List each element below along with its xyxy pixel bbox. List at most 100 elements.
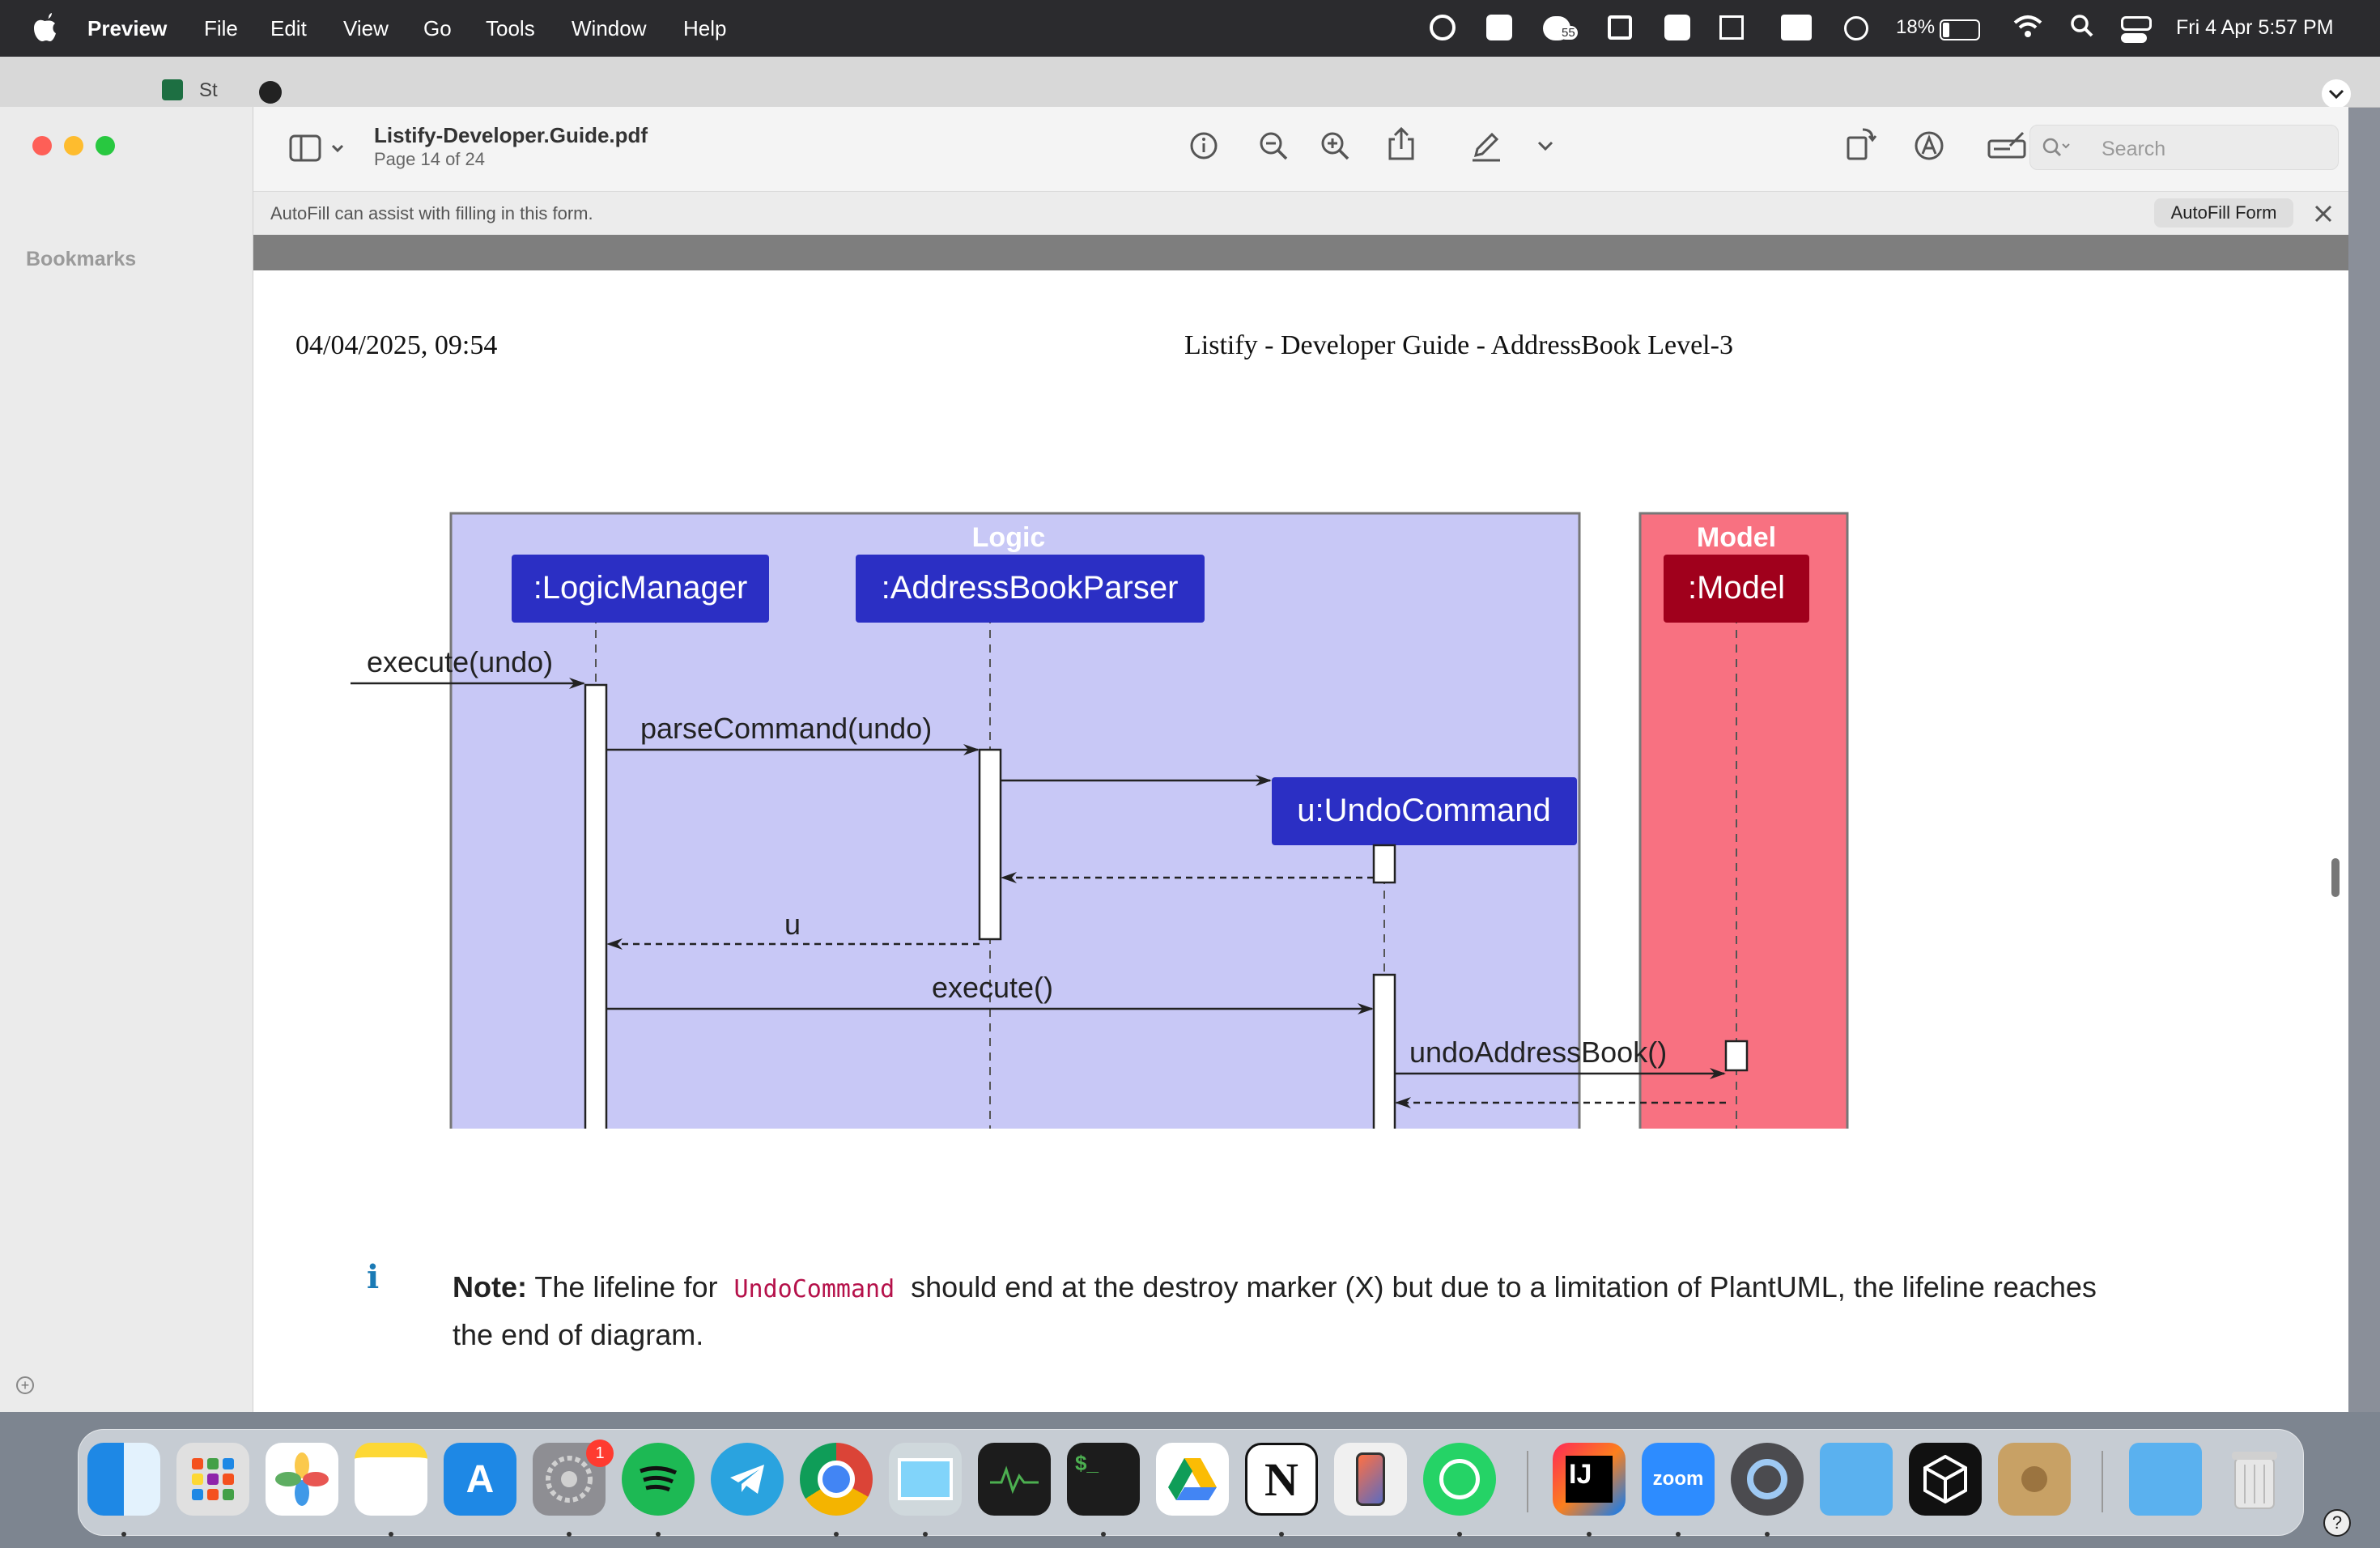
sidebar-heading-bookmarks: Bookmarks xyxy=(26,248,137,270)
zoom-in-icon[interactable] xyxy=(1319,130,1351,162)
notion-status-icon[interactable] xyxy=(1719,11,1749,45)
note-text-part-2: should end at the destroy marker (X) but… xyxy=(903,1270,2097,1303)
share-icon[interactable] xyxy=(1385,126,1417,162)
search-icon xyxy=(2042,138,2070,157)
app-store-icon[interactable]: A xyxy=(444,1443,516,1516)
help-icon[interactable]: ? xyxy=(2323,1509,2351,1537)
downloads-folder-icon[interactable] xyxy=(2129,1443,2202,1516)
note-code-undo-command: UndoCommand xyxy=(733,1275,895,1303)
page-header-title: Listify - Developer Guide - AddressBook … xyxy=(1184,330,1733,360)
sequence-diagram: Logic Model :LogicManager :AddressBookPa… xyxy=(351,512,1849,1129)
telegram-icon[interactable] xyxy=(711,1443,784,1516)
unity-icon[interactable] xyxy=(1909,1443,1982,1516)
spotify-icon[interactable] xyxy=(622,1443,695,1516)
menu-file[interactable]: File xyxy=(204,16,238,41)
sync-badge: 55 xyxy=(1559,26,1578,40)
rotate-icon[interactable] xyxy=(1845,126,1877,162)
chrome-icon[interactable] xyxy=(800,1443,873,1516)
terminal-icon[interactable]: $_ xyxy=(1067,1443,1140,1516)
trash-icon[interactable] xyxy=(2218,1443,2291,1516)
page-indicator: Page 14 of 24 xyxy=(374,149,486,169)
menu-help[interactable]: Help xyxy=(683,16,726,41)
iphone-mirroring-icon[interactable] xyxy=(1334,1443,1407,1516)
sidebar-toggle-icon[interactable] xyxy=(289,133,347,165)
logic-box-label: Logic xyxy=(972,522,1046,553)
autofill-bar: AutoFill can assist with filling in this… xyxy=(253,191,2348,236)
markup-pen-icon[interactable] xyxy=(1469,130,1505,162)
drive-status-icon[interactable] xyxy=(1486,11,1515,45)
add-bookmark-icon[interactable]: + xyxy=(16,1376,34,1394)
running-indicator xyxy=(121,1532,126,1537)
markup-dropdown-chevron-icon[interactable] xyxy=(1536,139,1555,152)
google-drive-icon[interactable] xyxy=(1156,1443,1229,1516)
notion-letter: N xyxy=(1264,1452,1298,1506)
activity-monitor-icon[interactable] xyxy=(978,1443,1051,1516)
preview-icon[interactable] xyxy=(889,1443,962,1516)
folder-icon[interactable] xyxy=(1820,1443,1893,1516)
annotate-a-icon[interactable] xyxy=(1913,130,1945,162)
info-icon[interactable] xyxy=(1188,130,1220,162)
keyboard-input-icon[interactable] xyxy=(1781,11,1813,45)
msg-execute-undo-label: execute(undo) xyxy=(367,645,553,678)
form-fill-icon[interactable] xyxy=(1986,130,2028,162)
running-indicator xyxy=(1765,1532,1770,1537)
notes-icon[interactable] xyxy=(355,1443,427,1516)
battery-icon[interactable] xyxy=(1940,11,1985,45)
vertical-scrollbar-thumb[interactable] xyxy=(2331,858,2340,897)
bartender-icon[interactable] xyxy=(1664,11,1694,45)
quicktime-icon[interactable] xyxy=(1731,1443,1804,1516)
autofill-message: AutoFill can assist with filling in this… xyxy=(270,203,593,223)
participant-undo-command-label: u:UndoCommand xyxy=(1297,793,1551,828)
search-field[interactable]: Search xyxy=(2029,125,2339,170)
menu-tools[interactable]: Tools xyxy=(486,16,535,41)
preview-sidebar: Bookmarks + xyxy=(0,107,253,1412)
note-text-part-3: the end of diagram. xyxy=(453,1318,704,1351)
menu-go[interactable]: Go xyxy=(423,16,452,41)
running-indicator xyxy=(389,1532,393,1537)
note-text: Note: The lifeline for UndoCommand shoul… xyxy=(453,1265,2314,1358)
tab-excel-label[interactable]: St xyxy=(199,79,218,102)
spotlight-icon[interactable] xyxy=(2069,11,2098,45)
photos-icon[interactable] xyxy=(266,1443,338,1516)
participant-logic-manager-label: :LogicManager xyxy=(533,570,748,606)
apple-icon[interactable] xyxy=(32,13,57,42)
menu-bar: Preview File Edit View Go Tools Window H… xyxy=(0,0,2380,57)
menubar-clock[interactable]: Fri 4 Apr 5:57 PM xyxy=(2176,16,2334,40)
tab-overflow-chevron-icon[interactable] xyxy=(2322,79,2351,108)
msg-undo-address-book-label: undoAddressBook() xyxy=(1409,1036,1667,1069)
excel-icon[interactable] xyxy=(162,79,183,100)
finder-icon[interactable] xyxy=(87,1443,160,1516)
sync-icon[interactable]: 55 xyxy=(1543,11,1583,45)
menu-window[interactable]: Window xyxy=(572,16,646,41)
zoom-window-button[interactable] xyxy=(96,136,115,155)
notion-icon[interactable]: N xyxy=(1245,1443,1318,1516)
dock-separator xyxy=(1527,1451,1528,1512)
dock-separator-2 xyxy=(2102,1451,2103,1512)
intellij-icon[interactable]: IJ xyxy=(1553,1443,1626,1516)
zoom-out-icon[interactable] xyxy=(1257,130,1290,162)
minimize-window-button[interactable] xyxy=(64,136,83,155)
autofill-form-button[interactable]: AutoFill Form xyxy=(2154,198,2293,228)
zoom-icon[interactable]: zoom xyxy=(1642,1443,1715,1516)
note-info-icon: i xyxy=(367,1258,380,1296)
app-menu[interactable]: Preview xyxy=(87,16,167,41)
whatsapp-icon[interactable] xyxy=(1423,1443,1496,1516)
close-autofill-icon[interactable] xyxy=(2311,202,2335,226)
vpn-icon[interactable] xyxy=(1608,11,1637,45)
activation-undo-create xyxy=(1372,844,1396,884)
system-settings-badge: 1 xyxy=(586,1440,614,1467)
contacts-icon[interactable] xyxy=(1998,1443,2071,1516)
zoom-label: zoom xyxy=(1652,1468,1704,1490)
play-icon[interactable] xyxy=(1844,11,1873,45)
wifi-icon[interactable] xyxy=(2012,11,2045,45)
menu-view[interactable]: View xyxy=(343,16,389,41)
chatgpt-tab-icon[interactable] xyxy=(259,81,282,104)
control-center-icon[interactable] xyxy=(2121,11,2152,45)
close-window-button[interactable] xyxy=(32,136,52,155)
menu-edit[interactable]: Edit xyxy=(270,16,307,41)
background-tab-strip: St xyxy=(0,57,2380,108)
launchpad-icon[interactable] xyxy=(176,1443,249,1516)
grammarly-icon[interactable] xyxy=(1430,11,1459,45)
badge-count: 1 xyxy=(595,1444,605,1462)
running-indicator xyxy=(656,1532,661,1537)
